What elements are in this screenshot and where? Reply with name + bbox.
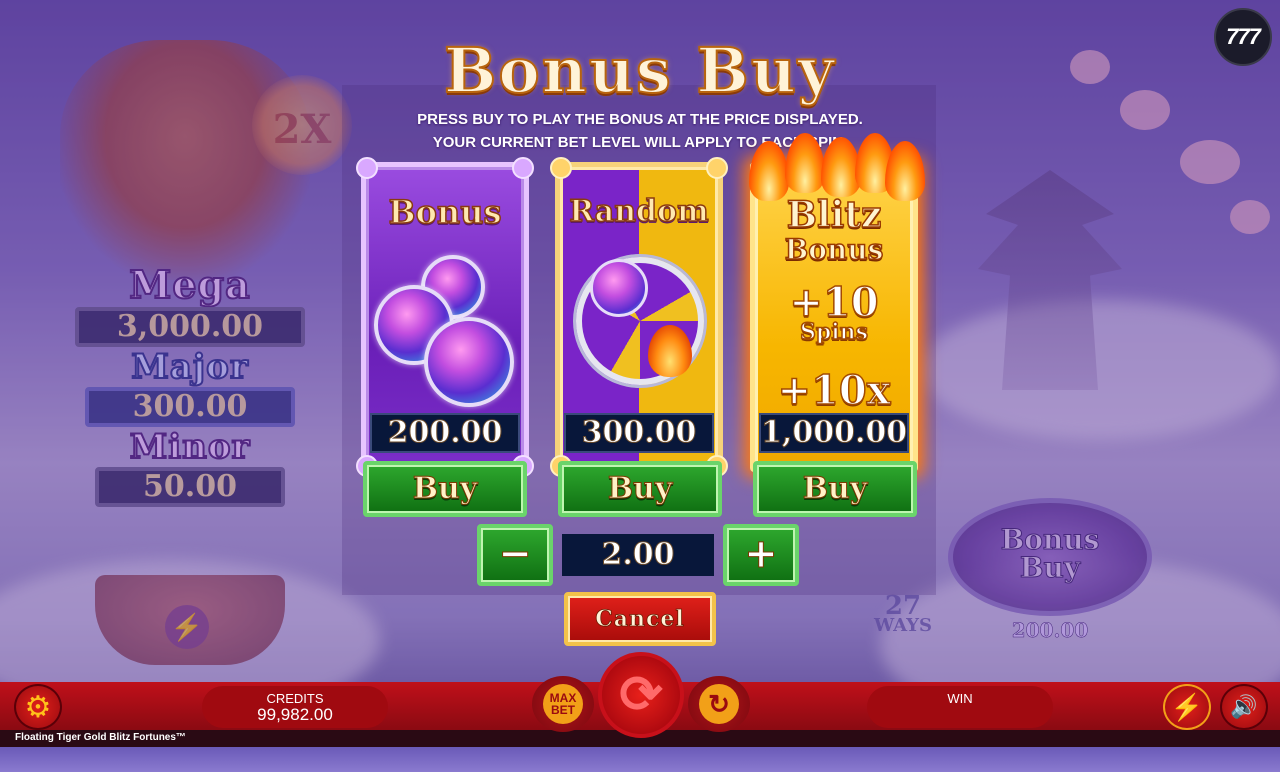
- random-card-price: 300.00: [564, 413, 714, 453]
- blitz-card-price: 1,000.00: [759, 413, 909, 453]
- blitz-card-label-main: Blitz: [786, 194, 882, 236]
- buy-random-button[interactable]: Buy: [558, 461, 722, 517]
- random-card-label: Random: [568, 194, 709, 230]
- random-card[interactable]: Random 300.00: [550, 157, 728, 477]
- gem-icon: [590, 259, 648, 317]
- bet-decrease-button[interactable]: −: [477, 524, 553, 586]
- bonus-card-price: 200.00: [370, 413, 520, 453]
- buy-blitz-bonus-button[interactable]: Buy: [753, 461, 917, 517]
- win-display: WIN: [867, 686, 1053, 728]
- bet-value: 2.00: [562, 534, 714, 576]
- max-bet-button[interactable]: MAX BET: [532, 676, 594, 732]
- credits-value: 99,982.00: [257, 705, 333, 724]
- sound-button[interactable]: 🔊: [1220, 684, 1268, 730]
- settings-button[interactable]: ⚙: [14, 684, 62, 730]
- buy-bonus-button[interactable]: Buy: [363, 461, 527, 517]
- blitz-bonus-card[interactable]: Blitz Bonus +10 Spins +10x 1,000.00: [749, 133, 925, 472]
- dialog-title: Bonus Buy: [443, 33, 836, 108]
- blitz-card-label: Blitz Bonus: [755, 194, 913, 267]
- blitz-card-label-sub: Bonus: [784, 232, 884, 267]
- bonus-card[interactable]: Bonus 200.00: [356, 157, 534, 477]
- credits-label: CREDITS: [266, 691, 324, 706]
- brand-logo: 777: [1214, 8, 1272, 66]
- game-name: Floating Tiger Gold Blitz Fortunes™: [15, 732, 186, 743]
- credits-display: CREDITS 99,982.00: [202, 686, 388, 728]
- extra-multiplier: +10x: [777, 366, 892, 415]
- turbo-button[interactable]: ⚡: [1163, 684, 1211, 730]
- extra-spins-label: Spins: [799, 318, 869, 346]
- spin-button[interactable]: ⟳: [598, 652, 684, 738]
- bet-increase-button[interactable]: +: [723, 524, 799, 586]
- speaker-icon: 🔊: [1230, 694, 1258, 719]
- bonus-card-label: Bonus: [388, 193, 502, 231]
- subtitle-line-1: PRESS BUY TO PLAY THE BONUS AT THE PRICE…: [417, 111, 863, 128]
- autoplay-button[interactable]: ↻: [688, 676, 750, 732]
- bottom-floor: [0, 747, 1280, 772]
- gear-icon: ⚙: [24, 691, 52, 724]
- max-bet-label-2: BET: [551, 703, 575, 717]
- autoplay-icon: ↻: [699, 684, 739, 724]
- win-label: WIN: [947, 691, 973, 706]
- spin-arrow-icon: ⟳: [619, 666, 663, 724]
- cancel-button[interactable]: Cancel: [564, 592, 716, 646]
- lightning-icon: ⚡: [1170, 692, 1204, 722]
- gem-icon: [424, 317, 514, 407]
